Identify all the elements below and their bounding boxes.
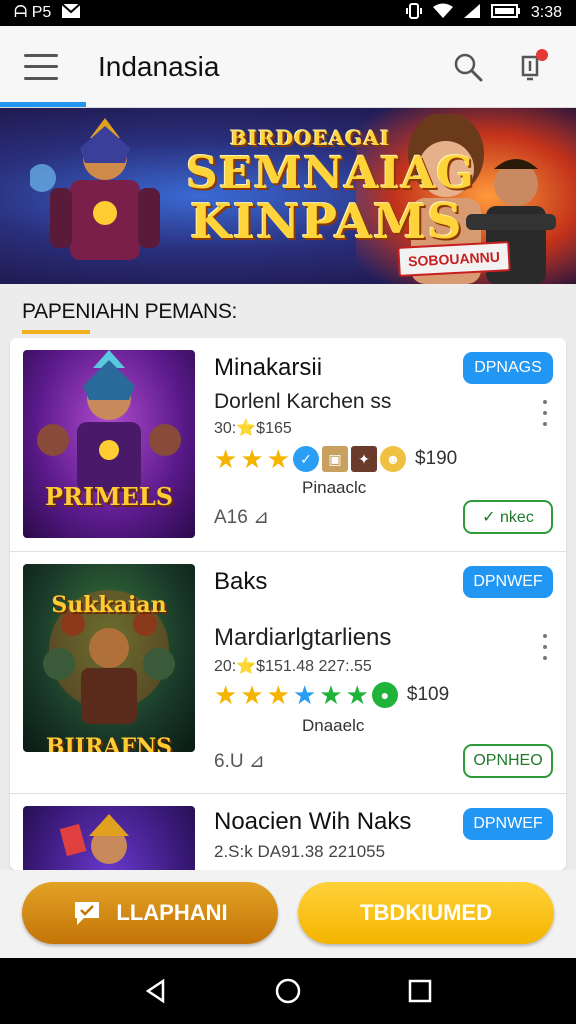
- left-action-label: LLAPHANI: [116, 900, 228, 925]
- section-title: PAPENIAHN PEMANS:: [22, 300, 238, 323]
- star-icon: ★: [214, 680, 238, 710]
- item-name: Baks: [214, 568, 268, 595]
- banner-badge: SOBOUANNU: [397, 241, 511, 277]
- search-button[interactable]: [446, 45, 490, 89]
- item-count: 6.U ⊿: [214, 751, 265, 772]
- verified-icon: ✓: [292, 446, 319, 472]
- item-subtitle: Mardiarlgtarliens: [214, 624, 392, 651]
- recents-square-icon: [408, 979, 432, 1003]
- check-icon: ●: [371, 682, 398, 708]
- status-time: 3:38: [530, 4, 562, 21]
- app-bar: Indanasia: [0, 26, 576, 108]
- item-caption: Pinaaclc: [302, 478, 367, 497]
- hero-warrior-illustration: [30, 118, 160, 260]
- star-icon: ★: [266, 444, 290, 474]
- item-name: Minakarsii: [214, 354, 323, 381]
- item-primary-button[interactable]: DPNWEF: [463, 808, 553, 840]
- bag-icon: ▣: [321, 446, 348, 472]
- tab-indicator: [0, 102, 86, 107]
- item-meta: 30:⭐$165: [214, 420, 292, 437]
- notification-dot: [536, 48, 548, 61]
- game-art-icon: [59, 814, 129, 864]
- star-icon: ★: [240, 680, 264, 710]
- right-action-label: TBDKIUMED: [360, 900, 492, 925]
- bottom-action-bar: LLAPHANI TBDKIUMED: [0, 870, 576, 958]
- home-button[interactable]: [268, 971, 308, 1011]
- rating-row: ★ ★ ★ ✓ ▣ ✦ ☻ $190: [214, 446, 457, 472]
- promo-banner[interactable]: BIRDOEAGAI SEMNAIAG KINPAMS SOBOUANNU: [0, 108, 576, 284]
- chat-icon: [75, 902, 100, 925]
- item-count: A16 ⊿: [214, 507, 270, 528]
- section-underline: [22, 330, 90, 334]
- signal-icon: [463, 3, 481, 24]
- banner-title-line2: KINPAMS: [190, 194, 463, 250]
- more-options-icon[interactable]: [538, 396, 552, 430]
- more-options-icon[interactable]: [538, 630, 552, 664]
- star-icon: ★: [319, 680, 343, 710]
- star-icon: ★: [214, 444, 238, 474]
- game-list: PRIMELS Minakarsii Dorlenl Karchen ss 30…: [10, 338, 566, 870]
- star-icon: ★: [266, 680, 290, 710]
- game-thumbnail[interactable]: [23, 806, 195, 870]
- list-item[interactable]: Noacien Wih Naks 2.S:k DA91.38 221055 DP…: [10, 794, 566, 870]
- item-meta: 20:⭐$151.48 227:.55: [214, 658, 372, 675]
- right-action-button[interactable]: TBDKIUMED: [298, 882, 554, 944]
- search-icon: [454, 53, 483, 81]
- thumbnail-label: PRIMELS: [44, 482, 174, 511]
- back-button[interactable]: [136, 971, 176, 1011]
- rating-row: ★ ★ ★ ★ ★ ★ ● $109: [214, 682, 449, 708]
- system-nav-bar: [0, 958, 576, 1024]
- left-action-button[interactable]: LLAPHANI: [22, 882, 278, 944]
- item-price: $109: [406, 684, 450, 705]
- banner-subtitle: BIRDOEAGAI: [230, 126, 391, 150]
- star-icon: ★: [240, 444, 264, 474]
- notifications-button[interactable]: [508, 45, 552, 89]
- vibrate-icon: [405, 2, 423, 25]
- app-title: Indanasia: [98, 50, 220, 82]
- item-name: Noacien Wih Naks: [214, 808, 412, 835]
- item-secondary-button[interactable]: OPNHEO: [463, 744, 553, 778]
- item-caption: Dnaaelc: [302, 716, 365, 735]
- star-icon: ★: [292, 680, 317, 710]
- list-item[interactable]: Sukkaian BIIRAFNS Baks Mardiarlgtarliens…: [10, 552, 566, 794]
- star-icon: ★: [345, 680, 369, 710]
- game-thumbnail[interactable]: Sukkaian BIIRAFNS: [23, 564, 195, 752]
- item-price: $190: [414, 448, 458, 469]
- thumbnail-label-top: Sukkaian: [51, 592, 167, 618]
- status-left-text: ᗩ P5: [14, 4, 52, 21]
- mail-icon: [61, 2, 81, 24]
- item-primary-button[interactable]: DPNAGS: [463, 352, 553, 384]
- item-subtitle: Dorlenl Karchen ss: [214, 390, 392, 413]
- home-circle-icon: [275, 978, 301, 1004]
- banner-title-line1: SEMNAIAG: [186, 148, 475, 199]
- list-item[interactable]: PRIMELS Minakarsii Dorlenl Karchen ss 30…: [10, 338, 566, 552]
- wifi-icon: [432, 3, 453, 24]
- battery-icon: [490, 3, 521, 24]
- recents-button[interactable]: [400, 971, 440, 1011]
- item-primary-button[interactable]: DPNWEF: [463, 566, 553, 598]
- item-secondary-button[interactable]: ✓ nkec: [463, 500, 553, 534]
- item-meta: 2.S:k DA91.38 221055: [214, 842, 386, 861]
- status-bar: ᗩ P5 3:38: [0, 0, 576, 26]
- emoji-icon: ☻: [379, 446, 406, 472]
- hamburger-menu-icon[interactable]: [24, 53, 58, 80]
- thumbnail-label: BIIRAFNS: [45, 734, 173, 752]
- puzzle-icon: ✦: [350, 446, 377, 472]
- game-thumbnail[interactable]: PRIMELS: [23, 350, 195, 538]
- back-triangle-icon: [145, 978, 165, 1004]
